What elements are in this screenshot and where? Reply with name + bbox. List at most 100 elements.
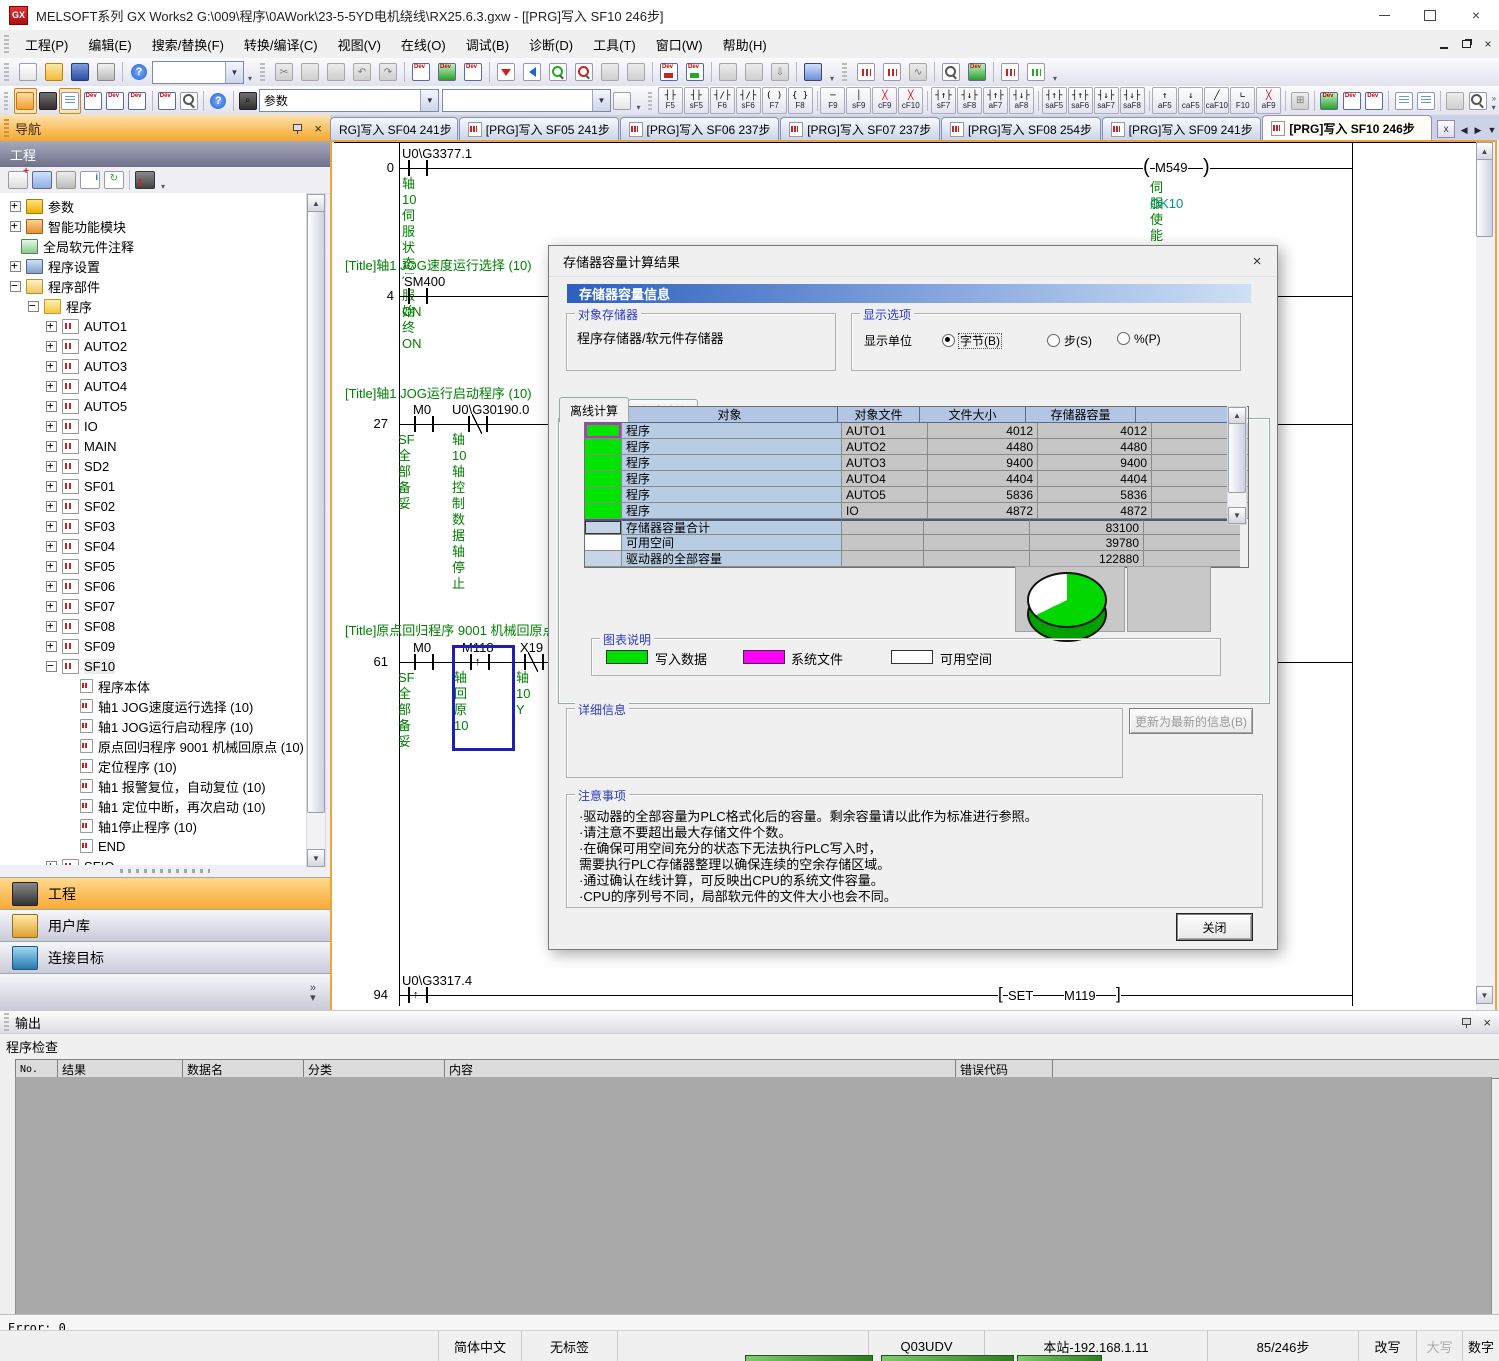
monitor-start-button[interactable] bbox=[545, 59, 571, 85]
update-info-button[interactable]: 更新为最新的信息(B) bbox=[1129, 708, 1253, 734]
dialog-close-icon[interactable]: × bbox=[1237, 253, 1277, 270]
trace-green-button[interactable] bbox=[1023, 59, 1049, 85]
expand-icon[interactable]: + bbox=[46, 401, 57, 412]
tree-item-sf08[interactable]: +SF08 bbox=[0, 616, 115, 636]
menu-search-replace[interactable]: 搜索/替换(F) bbox=[142, 31, 234, 58]
write-to-plc-button[interactable] bbox=[493, 59, 519, 85]
open-contact[interactable] bbox=[408, 160, 428, 176]
open-contact[interactable] bbox=[414, 416, 434, 432]
expand-icon[interactable]: + bbox=[10, 261, 21, 272]
toolbar-overflow-5[interactable]: »▾ bbox=[1489, 90, 1499, 112]
ladder-key-sf7[interactable]: ┤↑├sF7 bbox=[931, 87, 956, 114]
panel-splitter[interactable] bbox=[0, 865, 330, 877]
watch-run-button[interactable] bbox=[964, 59, 990, 85]
expand-icon[interactable]: + bbox=[46, 601, 57, 612]
new-item-icon[interactable] bbox=[8, 171, 28, 189]
help2-button[interactable]: ? bbox=[207, 88, 229, 114]
tree-item-sf01[interactable]: +SF01 bbox=[0, 476, 115, 496]
tree-item-positioning[interactable]: 定位程序 (10) bbox=[0, 756, 177, 776]
device-green-button[interactable] bbox=[682, 59, 708, 85]
cut-button[interactable]: ✂ bbox=[271, 59, 297, 85]
tree-item-auto2[interactable]: +AUTO2 bbox=[0, 336, 127, 356]
mdi-minimize-button[interactable] bbox=[1433, 35, 1455, 53]
toolbar-overflow-2[interactable]: ▾ bbox=[826, 61, 838, 83]
refresh-icon[interactable]: ↻ bbox=[104, 171, 124, 189]
ladder-key-af9[interactable]: ╳aF9 bbox=[1256, 87, 1281, 114]
filter-icon[interactable] bbox=[135, 171, 155, 189]
expand-icon[interactable]: + bbox=[46, 381, 57, 392]
scroll-thumb[interactable] bbox=[1228, 423, 1246, 493]
table-row[interactable]: 程序 AUTO5 5836 5836 bbox=[585, 487, 1248, 503]
menu-convert-compile[interactable]: 转换/编译(C) bbox=[234, 31, 328, 58]
pulse-contact[interactable] bbox=[408, 987, 428, 1003]
toolbar-overflow-3[interactable]: ▾ bbox=[1049, 61, 1061, 83]
program-check-button[interactable] bbox=[1466, 88, 1488, 114]
tree-item-pou[interactable]: −程序部件 bbox=[0, 276, 100, 296]
find-button[interactable]: ⌕ bbox=[236, 88, 258, 114]
tree-item-sf09[interactable]: +SF09 bbox=[0, 636, 115, 656]
tab-sf08[interactable]: [PRG]写入 SF08 254步 bbox=[941, 117, 1101, 140]
toolbar-overflow-4[interactable]: ▾ bbox=[633, 90, 643, 112]
tree-item-sf02[interactable]: +SF02 bbox=[0, 496, 115, 516]
ladder-key-f7[interactable]: ( )F7 bbox=[762, 87, 787, 114]
table-row[interactable]: 程序 AUTO1 4012 4012 bbox=[585, 423, 1248, 439]
program-doc-button[interactable] bbox=[1444, 88, 1466, 114]
expand-icon[interactable]: + bbox=[46, 641, 57, 652]
expand-icon[interactable]: + bbox=[46, 421, 57, 432]
radio-percent[interactable]: %(P) bbox=[1117, 332, 1161, 346]
find-value-combo[interactable]: ▼ bbox=[442, 89, 611, 112]
edit-note-button[interactable] bbox=[1363, 88, 1385, 114]
tab-scroll-left-icon[interactable]: ◀ bbox=[1457, 122, 1471, 138]
closed-contact[interactable] bbox=[468, 416, 488, 432]
pulse-monitor-button[interactable]: ∿ bbox=[905, 59, 931, 85]
expand-icon[interactable]: + bbox=[46, 501, 57, 512]
tab-list-icon[interactable]: ▼ bbox=[1485, 122, 1499, 138]
chevron-down-icon[interactable]: ▼ bbox=[225, 62, 243, 83]
entry-monitor-button[interactable] bbox=[879, 59, 905, 85]
menu-diagnostics[interactable]: 诊断(D) bbox=[519, 31, 583, 58]
nav-overflow-area[interactable]: »▾ bbox=[0, 973, 330, 1011]
tree-item-sf07[interactable]: +SF07 bbox=[0, 596, 115, 616]
table-scrollbar[interactable]: ▲ ▼ bbox=[1227, 406, 1247, 525]
tree-scrollbar[interactable]: ▲ ▼ bbox=[306, 193, 326, 867]
find-target-combo[interactable]: 参数▼ bbox=[259, 89, 440, 112]
menu-view[interactable]: 视图(V) bbox=[328, 31, 391, 58]
tree-item-program-body[interactable]: 程序本体 bbox=[0, 676, 150, 696]
tab-sf09[interactable]: [PRG]写入 SF09 241步 bbox=[1102, 117, 1262, 140]
menu-project[interactable]: 工程(P) bbox=[15, 31, 78, 58]
expand-icon[interactable]: + bbox=[46, 541, 57, 552]
trace-red-button[interactable] bbox=[997, 59, 1023, 85]
menu-online[interactable]: 在线(O) bbox=[391, 31, 456, 58]
monitor-resume-button[interactable] bbox=[623, 59, 649, 85]
tree-item-sf06[interactable]: +SF06 bbox=[0, 576, 115, 596]
tab-sf05[interactable]: [PRG]写入 SF05 241步 bbox=[459, 117, 619, 140]
tree-item-intelligent-module[interactable]: +智能功能模块 bbox=[0, 216, 126, 236]
editor-scrollbar[interactable]: ▲ ▼ bbox=[1476, 140, 1497, 1012]
mdi-close-button[interactable]: × bbox=[1477, 35, 1499, 53]
ladder-key-sf5[interactable]: ┤├sF5 bbox=[684, 87, 709, 114]
scroll-thumb[interactable] bbox=[1476, 159, 1493, 237]
paste-item-icon[interactable] bbox=[56, 171, 76, 189]
scroll-up-icon[interactable]: ▲ bbox=[307, 194, 325, 212]
device-search-button[interactable] bbox=[178, 88, 200, 114]
ladder-key-f6[interactable]: ┤/├F6 bbox=[710, 87, 735, 114]
tree-item-end[interactable]: END bbox=[0, 836, 125, 856]
nav-button-user-library[interactable]: 用户库 bbox=[0, 909, 330, 942]
monitor-pause-button[interactable] bbox=[597, 59, 623, 85]
device-note-button[interactable] bbox=[126, 88, 148, 114]
expand-icon[interactable]: + bbox=[46, 461, 57, 472]
tree-item-global-comment[interactable]: 全局软元件注释 bbox=[0, 236, 134, 256]
menu-window[interactable]: 窗口(W) bbox=[646, 31, 713, 58]
ladder-key-f10[interactable]: ∟F10 bbox=[1230, 87, 1255, 114]
radio-step[interactable]: 步(S) bbox=[1047, 332, 1092, 349]
expand-icon[interactable]: + bbox=[46, 621, 57, 632]
toolbar-overflow[interactable]: ▾ bbox=[244, 61, 256, 83]
tree-item-auto1[interactable]: +AUTO1 bbox=[0, 316, 127, 336]
scroll-up-icon[interactable]: ▲ bbox=[1228, 407, 1246, 424]
scroll-down-icon[interactable]: ▼ bbox=[1476, 986, 1493, 1004]
tree-item-auto4[interactable]: +AUTO4 bbox=[0, 376, 127, 396]
expand-icon[interactable]: + bbox=[10, 201, 21, 212]
watch-start-button[interactable] bbox=[938, 59, 964, 85]
ladder-key-sf6[interactable]: ┤/├sF6 bbox=[736, 87, 761, 114]
tree-item-stop-program[interactable]: 轴1停止程序 (10) bbox=[0, 816, 197, 836]
